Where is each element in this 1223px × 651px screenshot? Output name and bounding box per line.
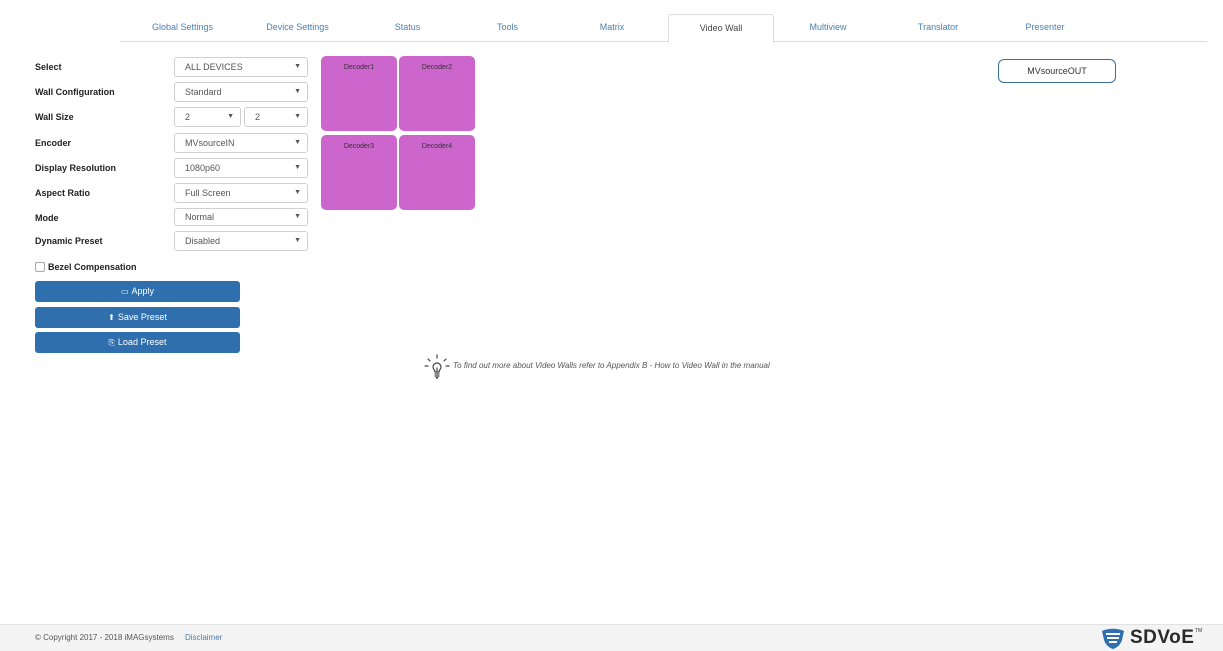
nav-tabs: Global Settings Device Settings Status T… bbox=[120, 14, 1207, 43]
chevron-down-icon: ▼ bbox=[294, 237, 301, 244]
dynamic-preset-value: Disabled bbox=[185, 236, 221, 246]
select-devices-dropdown[interactable]: ALL DEVICES ▼ bbox=[174, 57, 308, 77]
encoder-dropdown[interactable]: MVsourceIN ▼ bbox=[174, 133, 308, 153]
tab-presenter[interactable]: Presenter bbox=[995, 14, 1095, 42]
tab-tools[interactable]: Tools bbox=[465, 14, 550, 42]
bezel-compensation-checkbox[interactable] bbox=[35, 262, 45, 272]
sdvoe-logo-tm: TM bbox=[1195, 628, 1203, 634]
lightbulb-icon bbox=[424, 354, 450, 380]
tab-translator[interactable]: Translator bbox=[888, 14, 988, 42]
select-devices-value: ALL DEVICES bbox=[185, 62, 243, 72]
mode-value: Normal bbox=[185, 212, 215, 222]
sdvoe-logo-text: SDVoE bbox=[1130, 627, 1195, 648]
load-preset-button[interactable]: ⎘ Load Preset bbox=[35, 332, 240, 353]
chevron-down-icon: ▼ bbox=[294, 88, 301, 95]
wall-size-cols-value: 2 bbox=[255, 112, 261, 122]
tab-multiview[interactable]: Multiview bbox=[778, 14, 878, 42]
chevron-down-icon: ▼ bbox=[294, 139, 301, 146]
dynamic-preset-label: Dynamic Preset bbox=[35, 236, 103, 246]
load-preset-label: Load Preset bbox=[117, 337, 167, 347]
tip-text: To find out more about Video Walls refer… bbox=[453, 361, 770, 370]
tab-matrix[interactable]: Matrix bbox=[568, 14, 656, 42]
chevron-down-icon: ▼ bbox=[294, 164, 301, 171]
wall-size-rows-value: 2 bbox=[185, 112, 191, 122]
upload-icon: ⬆ bbox=[108, 313, 115, 322]
bezel-compensation-label: Bezel Compensation bbox=[48, 262, 137, 272]
mode-dropdown[interactable]: Normal ▼ bbox=[174, 208, 308, 226]
wall-configuration-dropdown[interactable]: Standard ▼ bbox=[174, 82, 308, 102]
aspect-ratio-value: Full Screen bbox=[185, 188, 231, 198]
chevron-down-icon: ▼ bbox=[294, 213, 301, 220]
file-import-icon: ⎘ bbox=[108, 338, 115, 347]
sdvoe-shield-icon bbox=[1102, 628, 1124, 649]
display-resolution-dropdown[interactable]: 1080p60 ▼ bbox=[174, 158, 308, 178]
decoder-tile-2[interactable]: Decoder2 bbox=[399, 56, 475, 131]
select-label: Select bbox=[35, 62, 62, 72]
wall-configuration-label: Wall Configuration bbox=[35, 87, 115, 97]
tab-device-settings[interactable]: Device Settings bbox=[245, 14, 350, 42]
chevron-down-icon: ▼ bbox=[227, 113, 234, 120]
decoder-tile-3[interactable]: Decoder3 bbox=[321, 135, 397, 210]
wall-size-cols-dropdown[interactable]: 2 ▼ bbox=[244, 107, 308, 127]
mode-label: Mode bbox=[35, 213, 59, 223]
decoder-tile-1[interactable]: Decoder1 bbox=[321, 56, 397, 131]
footer: © Copyright 2017 - 2018 iMAGsystems Disc… bbox=[0, 624, 1223, 651]
tab-video-wall[interactable]: Video Wall bbox=[668, 14, 774, 43]
mvsource-out-button[interactable]: MVsourceOUT bbox=[998, 59, 1116, 83]
apply-button[interactable]: ▭ Apply bbox=[35, 281, 240, 302]
chevron-down-icon: ▼ bbox=[294, 63, 301, 70]
dynamic-preset-dropdown[interactable]: Disabled ▼ bbox=[174, 231, 308, 251]
apply-label: Apply bbox=[131, 286, 155, 296]
aspect-ratio-dropdown[interactable]: Full Screen ▼ bbox=[174, 183, 308, 203]
aspect-ratio-label: Aspect Ratio bbox=[35, 188, 91, 198]
display-resolution-value: 1080p60 bbox=[185, 163, 221, 173]
encoder-label: Encoder bbox=[35, 138, 72, 148]
decoder-tile-4[interactable]: Decoder4 bbox=[399, 135, 475, 210]
disclaimer-link[interactable]: Disclaimer bbox=[185, 633, 222, 642]
chevron-down-icon: ▼ bbox=[294, 189, 301, 196]
save-preset-label: Save Preset bbox=[117, 312, 167, 322]
wall-configuration-value: Standard bbox=[185, 87, 222, 97]
wall-size-label: Wall Size bbox=[35, 112, 74, 122]
apply-icon: ▭ bbox=[120, 287, 129, 296]
save-preset-button[interactable]: ⬆ Save Preset bbox=[35, 307, 240, 328]
tab-global-settings[interactable]: Global Settings bbox=[130, 14, 235, 42]
copyright-text: © Copyright 2017 - 2018 iMAGsystems bbox=[35, 633, 174, 642]
display-resolution-label: Display Resolution bbox=[35, 163, 117, 173]
chevron-down-icon: ▼ bbox=[294, 113, 301, 120]
tab-status[interactable]: Status bbox=[360, 14, 455, 42]
wall-size-rows-dropdown[interactable]: 2 ▼ bbox=[174, 107, 241, 127]
encoder-value: MVsourceIN bbox=[185, 138, 235, 148]
